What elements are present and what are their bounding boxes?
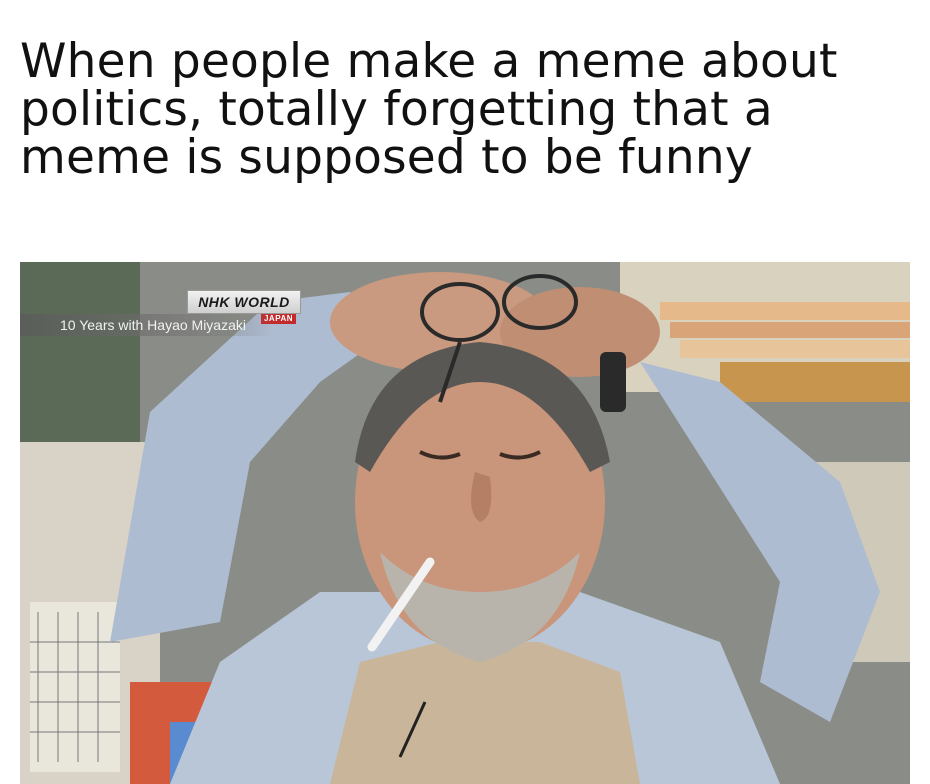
caption-line-2: politics, totally forgetting that a	[20, 82, 773, 137]
nhk-world-logo: NHK WORLD JAPAN	[187, 290, 301, 324]
meme-photo: NHK WORLD JAPAN 10 Years with Hayao Miya…	[20, 262, 910, 784]
photo-illustration	[20, 262, 910, 784]
meme-caption: When people make a meme about politics, …	[20, 38, 900, 182]
program-title: 10 Years with Hayao Miyazaki	[60, 317, 246, 333]
caption-line-3: meme is supposed to be funny	[20, 130, 753, 185]
caption-line-1: When people make a meme about	[20, 34, 838, 89]
logo-text: NHK WORLD	[198, 294, 290, 310]
program-title-strip: 10 Years with Hayao Miyazaki	[20, 314, 275, 336]
